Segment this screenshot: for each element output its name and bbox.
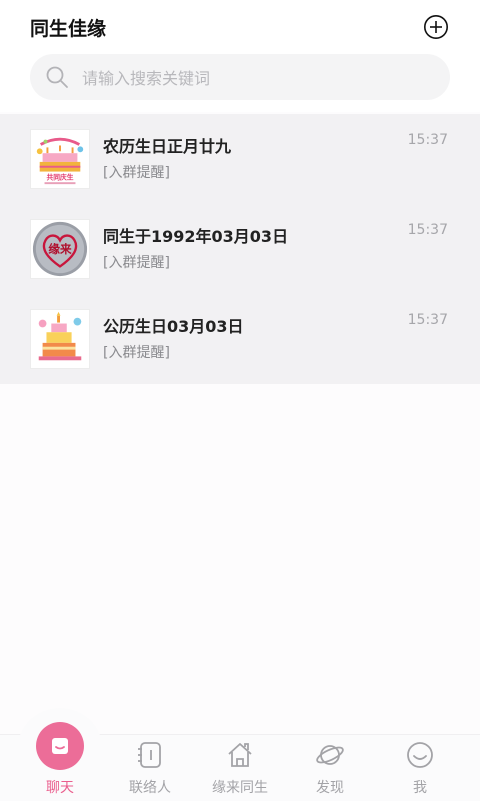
chat-time: 15:37 [407,222,448,238]
tab-home[interactable]: 缘来同生 [195,735,285,801]
chat-name: 同生于1992年03月03日 [103,227,289,246]
contacts-icon [138,742,161,768]
page-title: 同生佳缘 [30,18,107,40]
chat-icon [52,738,68,754]
tab-discover[interactable]: 发现 [285,735,375,801]
chat-tab-button[interactable] [36,722,84,770]
planet-icon [316,745,344,765]
avatar-caption: 缘来 [48,242,72,256]
chat-name: 农历生日正月廿九 [103,137,232,156]
search-bar[interactable] [30,54,450,102]
chat-time: 15:37 [407,132,448,148]
tab-contacts[interactable]: 联络人 [105,735,195,801]
chat-item[interactable]: 缘来 同生于1992年03月03日 [入群提醒] 15:37 [0,204,480,294]
avatar-caption: 共同庆生 [46,172,73,181]
tab-label: 我 [413,780,427,796]
add-button[interactable] [423,14,449,40]
chat-name: 公历生日03月03日 [103,317,244,336]
smiley-icon [407,742,433,768]
avatar: 共同庆生 [30,129,90,189]
chat-preview: [入群提醒] [103,165,170,181]
birthday-cake-icon: 共同庆生 [31,130,89,188]
search-input[interactable] [80,54,434,102]
home-icon [228,743,252,767]
tab-label: 缘来同生 [212,780,268,796]
chat-list: 共同庆生 农历生日正月廿九 [入群提醒] 15:37 缘来 同生于1992年03… [0,114,480,384]
tab-label: 发现 [316,780,344,796]
header: 同生佳缘 [0,0,480,112]
chat-preview: [入群提醒] [103,255,170,271]
avatar: 缘来 [30,219,90,279]
heart-logo-icon: 缘来 [31,220,89,278]
chat-item[interactable]: 共同庆生 农历生日正月廿九 [入群提醒] 15:37 [0,114,480,204]
birthday-cake-icon [31,310,89,368]
tab-label: 聊天 [46,780,74,796]
avatar [30,309,90,369]
search-icon [46,66,68,88]
tab-label: 联络人 [129,780,171,796]
chat-item[interactable]: 公历生日03月03日 [入群提醒] 15:37 [0,294,480,384]
add-circle-icon [424,15,448,39]
chat-time: 15:37 [407,312,448,328]
tab-me[interactable]: 我 [375,735,465,801]
chat-preview: [入群提醒] [103,345,170,361]
